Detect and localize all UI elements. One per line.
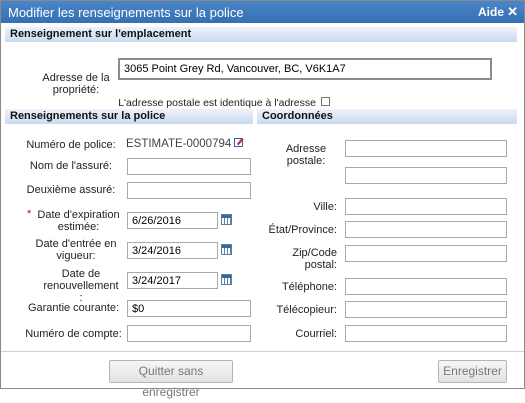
renewal-date-label: Date de renouvellement :: [43, 268, 119, 304]
postal-address-line1-input[interactable]: [345, 140, 507, 157]
phone-label: Téléphone:: [281, 281, 337, 293]
edit-icon[interactable]: [234, 137, 244, 147]
zip-code-input[interactable]: [345, 245, 507, 262]
zip-code-label: Zip/Code postal:: [292, 247, 337, 271]
postal-address-line2-input[interactable]: [345, 167, 507, 184]
contact-section-header: Coordonnées: [257, 109, 517, 124]
dialog-title: Modifier les renseignements sur la polic…: [8, 5, 244, 20]
policy-number-value: ESTIMATE-0000794: [126, 138, 232, 150]
insured-name-input[interactable]: [127, 158, 251, 175]
property-address-input[interactable]: [118, 58, 492, 80]
fax-label: Télécopieur:: [276, 304, 337, 316]
insured-name-label: Nom de l'assuré:: [29, 160, 113, 172]
state-province-input[interactable]: [345, 221, 507, 238]
coverage-label: Garantie courante:: [27, 302, 120, 314]
edit-policy-dialog: Modifier les renseignements sur la polic…: [0, 0, 525, 399]
postal-address-label: Adresse postale:: [285, 143, 327, 167]
city-input[interactable]: [345, 198, 507, 215]
phone-input[interactable]: [345, 278, 507, 295]
quit-without-saving-button[interactable]: Quitter sans enregistrer: [109, 360, 233, 399]
close-icon[interactable]: ✕: [507, 4, 518, 20]
email-input[interactable]: [345, 325, 507, 342]
save-button[interactable]: Enregistrer: [438, 360, 507, 383]
same-address-checkbox[interactable]: [321, 97, 330, 106]
help-link[interactable]: Aide: [478, 5, 504, 19]
dialog-titlebar: Modifier les renseignements sur la polic…: [1, 1, 524, 23]
calendar-icon[interactable]: [221, 244, 232, 255]
expiry-date-label: Date d'expiration estimée:: [37, 209, 120, 233]
account-number-label: Numéro de compte:: [25, 328, 122, 340]
state-province-label: État/Province:: [268, 224, 337, 236]
calendar-icon[interactable]: [221, 274, 232, 285]
account-number-input[interactable]: [127, 325, 251, 342]
location-section-header: Renseignement sur l'emplacement: [5, 27, 517, 42]
property-address-label: Adresse de la propriété:: [42, 72, 110, 96]
effective-date-label: Date d'entrée en vigueur:: [35, 238, 117, 262]
city-label: Ville:: [313, 201, 337, 213]
second-insured-input[interactable]: [127, 182, 251, 199]
expiry-date-input[interactable]: [127, 212, 218, 229]
calendar-icon[interactable]: [221, 214, 232, 225]
policy-section-header: Renseignements sur la police: [5, 109, 253, 124]
footer-divider: [1, 351, 524, 352]
fax-input[interactable]: [345, 301, 507, 318]
coverage-input[interactable]: [127, 300, 251, 317]
effective-date-input[interactable]: [127, 242, 218, 259]
policy-number-label: Numéro de police:: [26, 139, 116, 151]
email-label: Courriel:: [295, 328, 337, 340]
renewal-date-input[interactable]: [127, 272, 218, 289]
second-insured-label: Deuxième assuré:: [26, 184, 116, 196]
